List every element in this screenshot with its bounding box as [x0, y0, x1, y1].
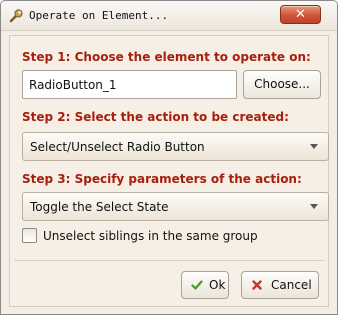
cancel-button[interactable]: Cancel: [241, 271, 319, 299]
close-button[interactable]: ✕: [280, 5, 321, 24]
parameter-combobox[interactable]: Toggle the Select State: [22, 192, 329, 221]
step1-label: Step 1: Choose the element to operate on…: [22, 50, 311, 64]
close-icon: ✕: [295, 7, 306, 22]
window-title: Operate on Element...: [29, 9, 169, 22]
ok-button-label: Ok: [209, 278, 226, 292]
element-name-value: RadioButton_1: [29, 78, 117, 92]
unselect-siblings-label[interactable]: Unselect siblings in the same group: [43, 229, 258, 243]
action-combobox-value: Select/Unselect Radio Button: [30, 140, 205, 154]
choose-button[interactable]: Choose...: [243, 70, 321, 99]
chevron-down-icon: [310, 204, 318, 209]
chevron-down-icon: [310, 144, 318, 149]
title-bar[interactable]: Operate on Element... ✕: [1, 1, 337, 31]
operate-on-element-dialog: Operate on Element... ✕ Step 1: Choose t…: [0, 0, 338, 315]
unselect-siblings-checkbox[interactable]: [22, 228, 37, 243]
dialog-content: Step 1: Choose the element to operate on…: [9, 35, 329, 307]
element-name-field[interactable]: RadioButton_1: [22, 70, 237, 99]
cancel-button-label: Cancel: [271, 278, 312, 292]
step2-label: Step 2: Select the action to be created:: [22, 110, 289, 124]
wrench-icon: [9, 9, 23, 23]
action-combobox[interactable]: Select/Unselect Radio Button: [22, 132, 329, 161]
parameter-combobox-value: Toggle the Select State: [30, 200, 169, 214]
ok-button[interactable]: Ok: [181, 271, 229, 299]
cancel-x-icon: [252, 280, 262, 290]
checkmark-icon: [191, 280, 203, 290]
button-separator: [14, 260, 325, 261]
step3-label: Step 3: Specify parameters of the action…: [22, 172, 302, 186]
